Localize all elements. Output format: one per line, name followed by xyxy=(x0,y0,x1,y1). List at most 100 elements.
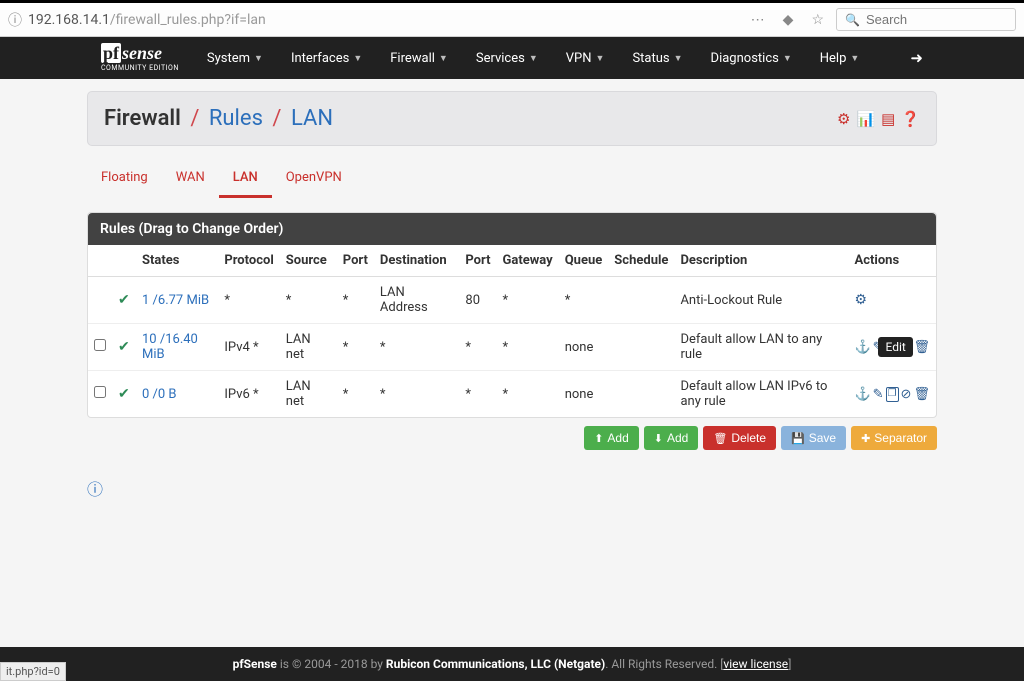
nav-firewall[interactable]: Firewall▼ xyxy=(376,37,462,79)
delete-icon[interactable]: 🗑 xyxy=(913,387,930,402)
site-info-icon[interactable]: ⓘ xyxy=(8,10,22,30)
title-lan[interactable]: LAN xyxy=(291,106,333,131)
pocket-icon[interactable]: ◆ xyxy=(777,12,800,28)
cell-gateway: * xyxy=(497,371,559,418)
col-header-2: States xyxy=(136,245,218,277)
info-icon[interactable]: ⓘ xyxy=(87,476,103,500)
log-icon[interactable]: ▤ xyxy=(881,110,895,128)
gear-icon[interactable]: ⚙ xyxy=(854,292,867,308)
title-firewall: Firewall xyxy=(104,106,181,131)
cell-source: LAN net xyxy=(280,324,337,371)
logout-icon[interactable]: ➜ xyxy=(910,49,923,67)
cell-dport: 80 xyxy=(459,277,496,324)
footer: pfSense is © 2004 - 2018 by Rubicon Comm… xyxy=(0,647,1024,681)
col-header-5: Port xyxy=(337,245,374,277)
interface-tabs: FloatingWANLANOpenVPN xyxy=(87,160,937,198)
cell-queue: none xyxy=(559,371,609,418)
footer-company: Rubicon Communications, LLC (Netgate) xyxy=(386,657,605,671)
col-header-3: Protocol xyxy=(218,245,279,277)
tab-floating[interactable]: Floating xyxy=(87,160,162,198)
trash-icon: 🗑 xyxy=(713,432,727,445)
row-select-checkbox[interactable] xyxy=(94,386,106,398)
nav-interfaces[interactable]: Interfaces▼ xyxy=(277,37,376,79)
cell-dest: LAN Address xyxy=(374,277,459,324)
col-header-10: Schedule xyxy=(608,245,674,277)
separator-label: Separator xyxy=(874,431,927,445)
delete-button[interactable]: 🗑Delete xyxy=(703,426,776,450)
edit-icon[interactable]: ✎ xyxy=(873,387,884,402)
save-icon: 💾 xyxy=(791,432,805,445)
logo[interactable]: pfsense COMMUNITY EDITION xyxy=(87,44,193,72)
separator-button[interactable]: ✚ Separator xyxy=(851,426,937,450)
cell-protocol: IPv6 * xyxy=(218,371,279,418)
states-link[interactable]: 1 /6.77 MiB xyxy=(142,293,209,308)
cell-dest: * xyxy=(374,324,459,371)
cell-dport: * xyxy=(459,324,496,371)
title-rules[interactable]: Rules xyxy=(209,106,263,131)
cell-gateway: * xyxy=(497,277,559,324)
delete-icon[interactable]: 🗑 xyxy=(913,340,930,355)
tab-openvpn[interactable]: OpenVPN xyxy=(272,160,356,198)
col-header-0 xyxy=(88,245,112,277)
col-header-11: Description xyxy=(674,245,848,277)
cell-source: * xyxy=(280,277,337,324)
logo-main: sense xyxy=(122,43,162,63)
url-display[interactable]: 192.168.14.1/firewall_rules.php?if=lan xyxy=(28,12,266,28)
states-link[interactable]: 0 /0 B xyxy=(142,387,177,402)
nav-help[interactable]: Help▼ xyxy=(806,37,874,79)
copy-icon[interactable]: ❐ xyxy=(886,387,899,402)
plus-icon: ✚ xyxy=(861,432,870,445)
tab-wan[interactable]: WAN xyxy=(162,160,219,198)
add-top-label: Add xyxy=(607,431,628,445)
table-row[interactable]: ✔10 /16.40 MiBIPv4 *LAN net****noneDefau… xyxy=(88,324,936,371)
pass-icon: ✔ xyxy=(118,386,130,402)
browser-search[interactable]: 🔍 xyxy=(836,8,1016,31)
nav-system[interactable]: System▼ xyxy=(193,37,277,79)
anchor-icon[interactable]: ⚓ xyxy=(854,387,870,402)
nav-vpn[interactable]: VPN▼ xyxy=(552,37,619,79)
cell-schedule xyxy=(608,324,674,371)
nav-status[interactable]: Status▼ xyxy=(618,37,696,79)
nav-diagnostics[interactable]: Diagnostics▼ xyxy=(697,37,806,79)
view-license-link[interactable]: view license xyxy=(723,657,788,671)
search-icon: 🔍 xyxy=(845,13,860,27)
table-row[interactable]: ✔1 /6.77 MiB***LAN Address80**Anti-Locko… xyxy=(88,277,936,324)
cell-sport: * xyxy=(337,371,374,418)
nav-services[interactable]: Services▼ xyxy=(462,37,552,79)
save-label: Save xyxy=(809,431,836,445)
cell-desc: Anti-Lockout Rule xyxy=(674,277,848,324)
arrow-up-icon: ⬆ xyxy=(594,432,603,445)
stats-icon[interactable]: 📊 xyxy=(856,110,875,128)
cell-dest: * xyxy=(374,371,459,418)
logo-subtitle: COMMUNITY EDITION xyxy=(101,64,179,72)
footer-copyright: is © 2004 - 2018 by xyxy=(277,657,386,671)
help-icon[interactable]: ❓ xyxy=(901,110,920,128)
cell-queue: * xyxy=(559,277,609,324)
col-header-1 xyxy=(112,245,136,277)
footer-product: pfSense xyxy=(233,657,277,671)
status-corner: it.php?id=0 xyxy=(0,662,66,681)
cell-protocol: IPv4 * xyxy=(218,324,279,371)
col-header-4: Source xyxy=(280,245,337,277)
row-select-checkbox[interactable] xyxy=(94,339,106,351)
edit-tooltip: Edit xyxy=(878,337,912,357)
star-icon[interactable]: ☆ xyxy=(805,12,830,28)
search-input[interactable] xyxy=(866,12,1024,27)
arrow-down-icon: ⬇ xyxy=(654,432,663,445)
anchor-icon[interactable]: ⚓ xyxy=(854,340,870,355)
disable-icon[interactable]: ⊘ xyxy=(901,387,912,402)
settings-icon[interactable]: ⚙ xyxy=(837,110,850,128)
cell-sport: * xyxy=(337,324,374,371)
save-button[interactable]: 💾 Save xyxy=(781,426,846,450)
states-link[interactable]: 10 /16.40 MiB xyxy=(142,332,198,362)
action-buttons: ⬆ Add ⬇Add 🗑Delete 💾 Save ✚ Separator xyxy=(87,426,937,450)
rules-panel: Rules (Drag to Change Order) StatesProto… xyxy=(87,212,937,418)
more-icon[interactable]: ⋯ xyxy=(745,12,771,28)
pass-icon: ✔ xyxy=(118,339,130,355)
col-header-8: Gateway xyxy=(497,245,559,277)
add-top-button[interactable]: ⬆ Add xyxy=(584,426,639,450)
add-bottom-button[interactable]: ⬇Add xyxy=(644,426,699,450)
table-row[interactable]: ✔0 /0 BIPv6 *LAN net****noneDefault allo… xyxy=(88,371,936,418)
cell-desc: Default allow LAN to any rule xyxy=(674,324,848,371)
tab-lan[interactable]: LAN xyxy=(219,160,272,198)
